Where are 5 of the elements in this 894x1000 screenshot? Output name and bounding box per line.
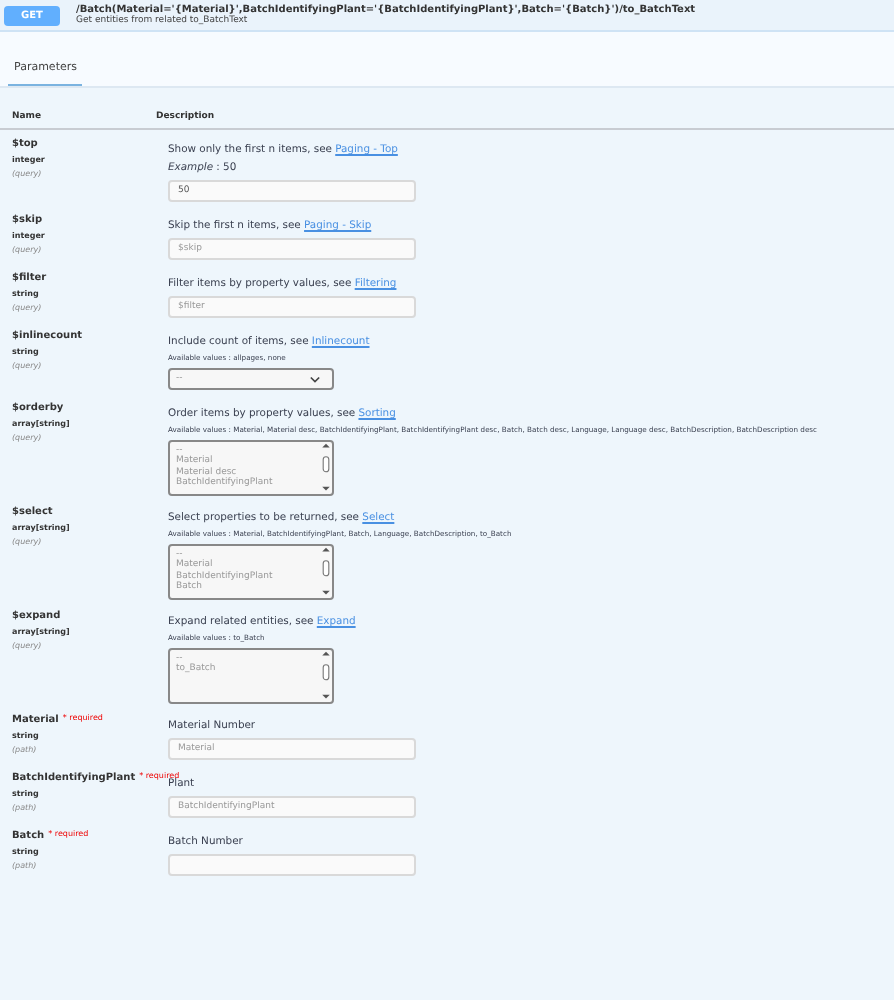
- scrollbar[interactable]: [318, 546, 332, 598]
- chevron-icon: [310, 375, 320, 383]
- scrollbar[interactable]: [318, 650, 332, 702]
- input-field[interactable]: [168, 854, 416, 876]
- scrollbar[interactable]: [318, 442, 332, 494]
